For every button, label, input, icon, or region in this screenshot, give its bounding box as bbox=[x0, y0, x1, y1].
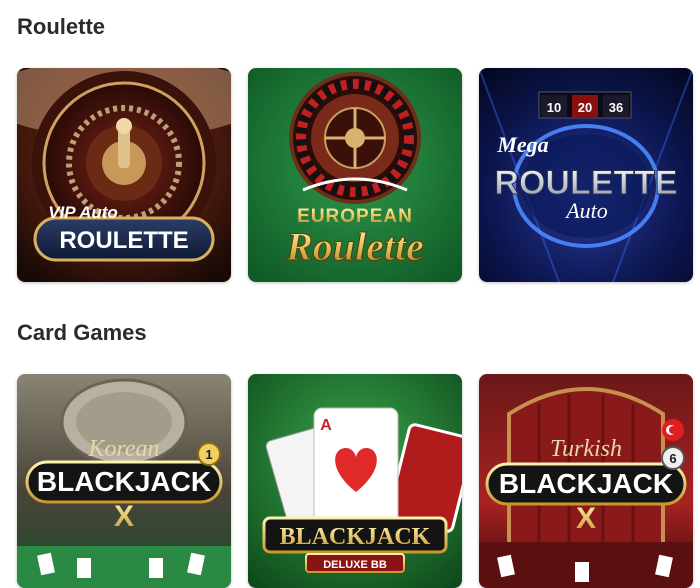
game-title-main: ROULETTE bbox=[494, 164, 677, 202]
game-thumbnail-mega-roulette-auto: 10 20 36 Mega ROULETTE Auto bbox=[479, 68, 693, 282]
game-thumbnail-blackjack-deluxe-bb: A BLACKJACK DELUXE BB bbox=[248, 374, 462, 588]
game-thumbnail-vip-auto-roulette: VIP Auto ROULETTE bbox=[17, 68, 231, 282]
game-thumbnail-european-roulette: EUROPEAN Roulette bbox=[248, 68, 462, 282]
game-badge: 1 bbox=[205, 447, 212, 462]
game-title-sub: DELUXE BB bbox=[323, 559, 387, 571]
game-tile-european-roulette[interactable]: EUROPEAN Roulette bbox=[248, 68, 462, 282]
game-tile-mega-roulette-auto[interactable]: 10 20 36 Mega ROULETTE Auto bbox=[479, 68, 693, 282]
game-thumbnail-korean-blackjack: Korean BLACKJACK 1 X bbox=[17, 374, 231, 588]
game-title-main: BLACKJACK bbox=[499, 468, 673, 499]
section-title-roulette: Roulette bbox=[17, 14, 105, 39]
game-title-main: BLACKJACK bbox=[37, 466, 211, 497]
game-title-main: BLACKJACK bbox=[280, 524, 431, 550]
game-title-main: ROULETTE bbox=[59, 227, 188, 254]
number-display: 10 bbox=[547, 100, 561, 115]
game-tile-korean-blackjack[interactable]: Korean BLACKJACK 1 X bbox=[17, 374, 231, 588]
number-display: 20 bbox=[578, 100, 592, 115]
game-thumbnail-turkish-blackjack: Turkish BLACKJACK 6 X bbox=[479, 374, 693, 588]
card-rank: A bbox=[320, 417, 332, 434]
game-title-main: Roulette bbox=[285, 224, 424, 269]
game-tile-blackjack-deluxe-bb[interactable]: A BLACKJACK DELUXE BB bbox=[248, 374, 462, 588]
game-tile-turkish-blackjack[interactable]: Turkish BLACKJACK 6 X bbox=[479, 374, 693, 588]
game-tile-vip-auto-roulette[interactable]: VIP Auto ROULETTE bbox=[17, 68, 231, 282]
section-title-card-games: Card Games bbox=[17, 320, 147, 345]
game-title-sub: Auto bbox=[564, 198, 608, 223]
game-title-pre: Korean bbox=[87, 436, 159, 462]
game-badge: 6 bbox=[669, 451, 676, 466]
number-display: 36 bbox=[609, 100, 623, 115]
game-title-pre: VIP Auto bbox=[48, 203, 118, 222]
game-title-sub: X bbox=[576, 502, 596, 535]
game-title-pre: Turkish bbox=[550, 436, 622, 462]
game-title-pre: Mega bbox=[496, 132, 548, 157]
game-title-sub: X bbox=[114, 500, 134, 533]
